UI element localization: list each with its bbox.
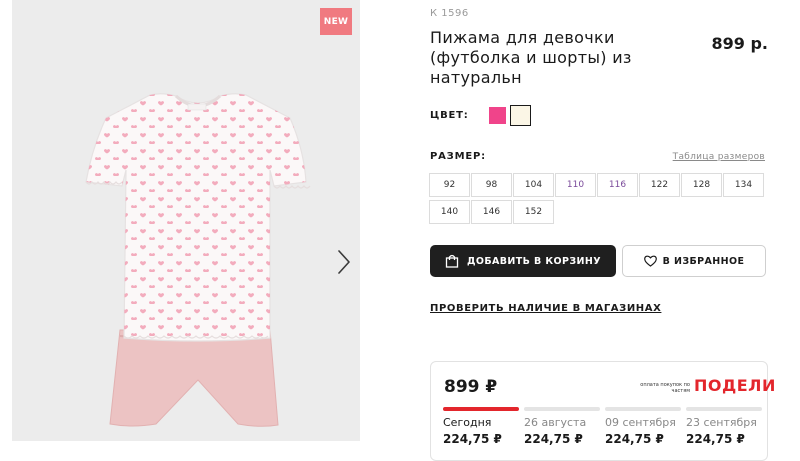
installment-bar [524,407,600,411]
product-gallery: NEW [12,0,360,441]
installment-bar [605,407,681,411]
size-option[interactable]: 92 [429,173,470,197]
size-option[interactable]: 134 [723,173,764,197]
product-title: Пижама для девочки (футболка и шорты) из… [430,28,632,87]
next-image-button[interactable] [334,246,354,278]
podeli-logo: ПОДЕЛИ [694,376,776,395]
installment-amount: 224,75 ₽ [524,432,583,446]
size-option[interactable]: 152 [513,200,554,224]
add-to-cart-label: ДОБАВИТЬ В КОРЗИНУ [467,255,601,267]
color-swatch-cream[interactable] [510,105,531,126]
installment-note: оплата покупок по частям [640,382,690,394]
installment-date: Сегодня [443,416,492,429]
size-option[interactable]: 110 [555,173,596,197]
installment-bar [686,407,762,411]
color-swatch-pink[interactable] [489,107,506,124]
product-price: 899 р. [711,34,769,53]
add-to-favorites-button[interactable]: В ИЗБРАННОЕ [622,245,766,277]
installment-date: 23 сентября [686,416,757,429]
installment-date: 09 сентября [605,416,676,429]
color-label: ЦВЕТ: [430,110,469,121]
installment-card[interactable]: 899 ₽ оплата покупок по частям ПОДЕЛИ Се… [430,361,775,461]
installment-item: 09 сентября 224,75 ₽ [605,407,681,446]
installment-bar [443,407,519,411]
bag-icon [445,254,459,268]
size-option[interactable]: 146 [471,200,512,224]
installment-total: 899 ₽ [444,377,498,397]
product-image [85,93,311,427]
size-option[interactable]: 128 [681,173,722,197]
favorites-label: В ИЗБРАННОЕ [662,255,745,267]
product-article: К 1596 [430,8,469,19]
size-option[interactable]: 116 [597,173,638,197]
size-table-link[interactable]: Таблица размеров [673,152,765,162]
new-badge: NEW [320,8,352,35]
installment-date: 26 августа [524,416,587,429]
installment-item: 26 августа 224,75 ₽ [524,407,600,446]
installment-item: 23 сентября 224,75 ₽ [686,407,762,446]
installment-amount: 224,75 ₽ [605,432,664,446]
size-option[interactable]: 122 [639,173,680,197]
add-to-cart-button[interactable]: ДОБАВИТЬ В КОРЗИНУ [430,245,616,277]
size-option[interactable]: 104 [513,173,554,197]
size-option[interactable]: 98 [471,173,512,197]
installment-amount: 224,75 ₽ [686,432,745,446]
installment-item: Сегодня 224,75 ₽ [443,407,519,446]
chevron-right-icon [338,250,350,274]
check-availability-link[interactable]: ПРОВЕРИТЬ НАЛИЧИЕ В МАГАЗИНАХ [430,303,661,314]
size-label: РАЗМЕР: [430,151,486,162]
installment-amount: 224,75 ₽ [443,432,502,446]
heart-icon [643,255,657,267]
size-option[interactable]: 140 [429,200,470,224]
